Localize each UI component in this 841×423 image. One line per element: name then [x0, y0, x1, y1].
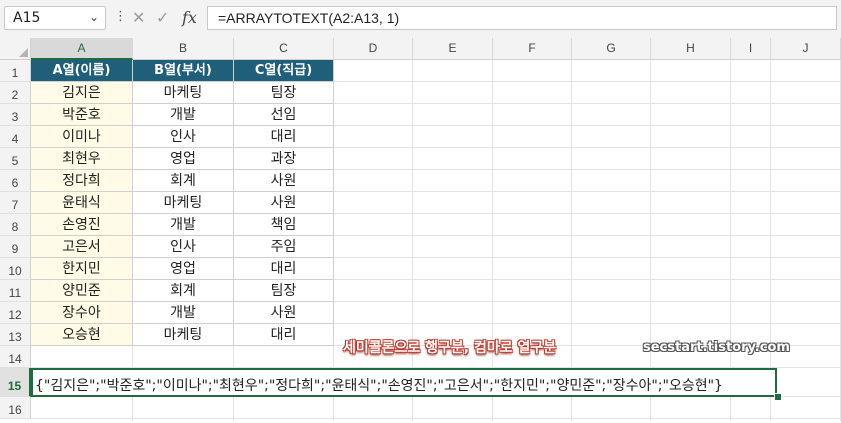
table-cell[interactable]: 고은서	[31, 236, 133, 258]
table-cell[interactable]: 선임	[234, 104, 334, 126]
column-header-b[interactable]: B	[133, 38, 234, 60]
table-cell[interactable]: 마케팅	[133, 192, 234, 214]
table-cell[interactable]: 윤태식	[31, 192, 133, 214]
row-header-13[interactable]: 13	[0, 324, 31, 346]
table-cell[interactable]: 오승현	[31, 324, 133, 346]
column-header-a[interactable]: A	[31, 38, 133, 60]
row-header-10[interactable]: 10	[0, 258, 31, 280]
table-cell[interactable]: 인사	[133, 236, 234, 258]
row-header-14[interactable]: 14	[0, 346, 31, 368]
chevron-down-icon[interactable]: ⌄	[89, 10, 99, 24]
table-cell[interactable]: 최현우	[31, 148, 133, 170]
column-header-i[interactable]: I	[731, 38, 771, 60]
table-cell[interactable]: 개발	[133, 214, 234, 236]
row-header-15[interactable]: 15	[0, 368, 31, 397]
insert-function-icon[interactable]: fx	[182, 8, 197, 27]
table-cell[interactable]: 개발	[133, 104, 234, 126]
formula-input[interactable]: =ARRAYTOTEXT(A2:A13, 1)	[207, 6, 837, 30]
gridline-horizontal	[31, 418, 841, 419]
result-text: {"김지은";"박준호";"이미나";"최현우";"정다희";"윤태식";"손영…	[35, 378, 723, 394]
select-all-button[interactable]	[0, 38, 31, 60]
row-header-11[interactable]: 11	[0, 280, 31, 302]
table-cell[interactable]: 박준호	[31, 104, 133, 126]
table-cell[interactable]: 회계	[133, 170, 234, 192]
row-header-16[interactable]: 16	[0, 397, 31, 419]
table-cell[interactable]: 팀장	[234, 82, 334, 104]
row-header-12[interactable]: 12	[0, 302, 31, 324]
column-header-h[interactable]: H	[651, 38, 731, 60]
column-header-d[interactable]: D	[334, 38, 413, 60]
table-cell[interactable]: 마케팅	[133, 82, 234, 104]
table-cell[interactable]: 대리	[234, 126, 334, 148]
table-cell[interactable]: 과장	[234, 148, 334, 170]
row-header-9[interactable]: 9	[0, 236, 31, 258]
formula-text: =ARRAYTOTEXT(A2:A13, 1)	[218, 10, 400, 26]
more-icon[interactable]: ⋮	[114, 9, 127, 24]
table-cell[interactable]: 개발	[133, 302, 234, 324]
row-header-1[interactable]: 1	[0, 60, 31, 82]
table-cell[interactable]: 주임	[234, 236, 334, 258]
enter-icon[interactable]: ✓	[156, 8, 169, 27]
column-header-e[interactable]: E	[413, 38, 493, 60]
table-cell[interactable]: 마케팅	[133, 324, 234, 346]
cell-A15-result[interactable]: {"김지은";"박준호";"이미나";"최현우";"정다희";"윤태식";"손영…	[31, 368, 777, 397]
table-cell[interactable]: 손영진	[31, 214, 133, 236]
table-header-cell[interactable]: A열(이름)	[31, 60, 133, 82]
table-cell[interactable]: 회계	[133, 280, 234, 302]
column-header-j[interactable]: J	[771, 38, 841, 60]
name-box[interactable]: A15 ⌄	[4, 6, 106, 30]
row-header-4[interactable]: 4	[0, 126, 31, 148]
table-cell[interactable]: 영업	[133, 258, 234, 280]
table-cell[interactable]: 이미나	[31, 126, 133, 148]
table-cell[interactable]: 인사	[133, 126, 234, 148]
table-header-cell[interactable]: C열(직급)	[234, 60, 334, 82]
annotation-text: 세미콜론으로 행구분, 컴마로 열구분	[343, 340, 557, 356]
column-header-f[interactable]: F	[493, 38, 572, 60]
table-cell[interactable]: 대리	[234, 258, 334, 280]
column-header-c[interactable]: C	[234, 38, 334, 60]
row-header-7[interactable]: 7	[0, 192, 31, 214]
row-header-8[interactable]: 8	[0, 214, 31, 236]
table-cell[interactable]: 장수아	[31, 302, 133, 324]
name-box-value: A15	[13, 10, 41, 26]
table-cell[interactable]: 정다희	[31, 170, 133, 192]
table-cell[interactable]: 책임	[234, 214, 334, 236]
row-header-6[interactable]: 6	[0, 170, 31, 192]
table-cell[interactable]: 사원	[234, 302, 334, 324]
table-cell[interactable]: 김지은	[31, 82, 133, 104]
cancel-icon[interactable]: ✕	[132, 8, 145, 27]
table-cell[interactable]: 대리	[234, 324, 334, 346]
table-cell[interactable]: 한지민	[31, 258, 133, 280]
row-header-3[interactable]: 3	[0, 104, 31, 126]
table-cell[interactable]: 팀장	[234, 280, 334, 302]
fill-handle[interactable]	[774, 393, 782, 401]
table-cell[interactable]: 영업	[133, 148, 234, 170]
column-header-g[interactable]: G	[572, 38, 651, 60]
table-header-cell[interactable]: B열(부서)	[133, 60, 234, 82]
table-cell[interactable]: 사원	[234, 192, 334, 214]
watermark-text: secstart.tistory.com	[643, 340, 790, 355]
formula-actions: ✕ ✓ fx	[126, 6, 204, 30]
row-header-5[interactable]: 5	[0, 148, 31, 170]
table-cell[interactable]: 양민준	[31, 280, 133, 302]
table-cell[interactable]: 사원	[234, 170, 334, 192]
row-header-2[interactable]: 2	[0, 82, 31, 104]
formula-bar: A15 ⌄ ⋮ ✕ ✓ fx =ARRAYTOTEXT(A2:A13, 1)	[0, 0, 841, 38]
